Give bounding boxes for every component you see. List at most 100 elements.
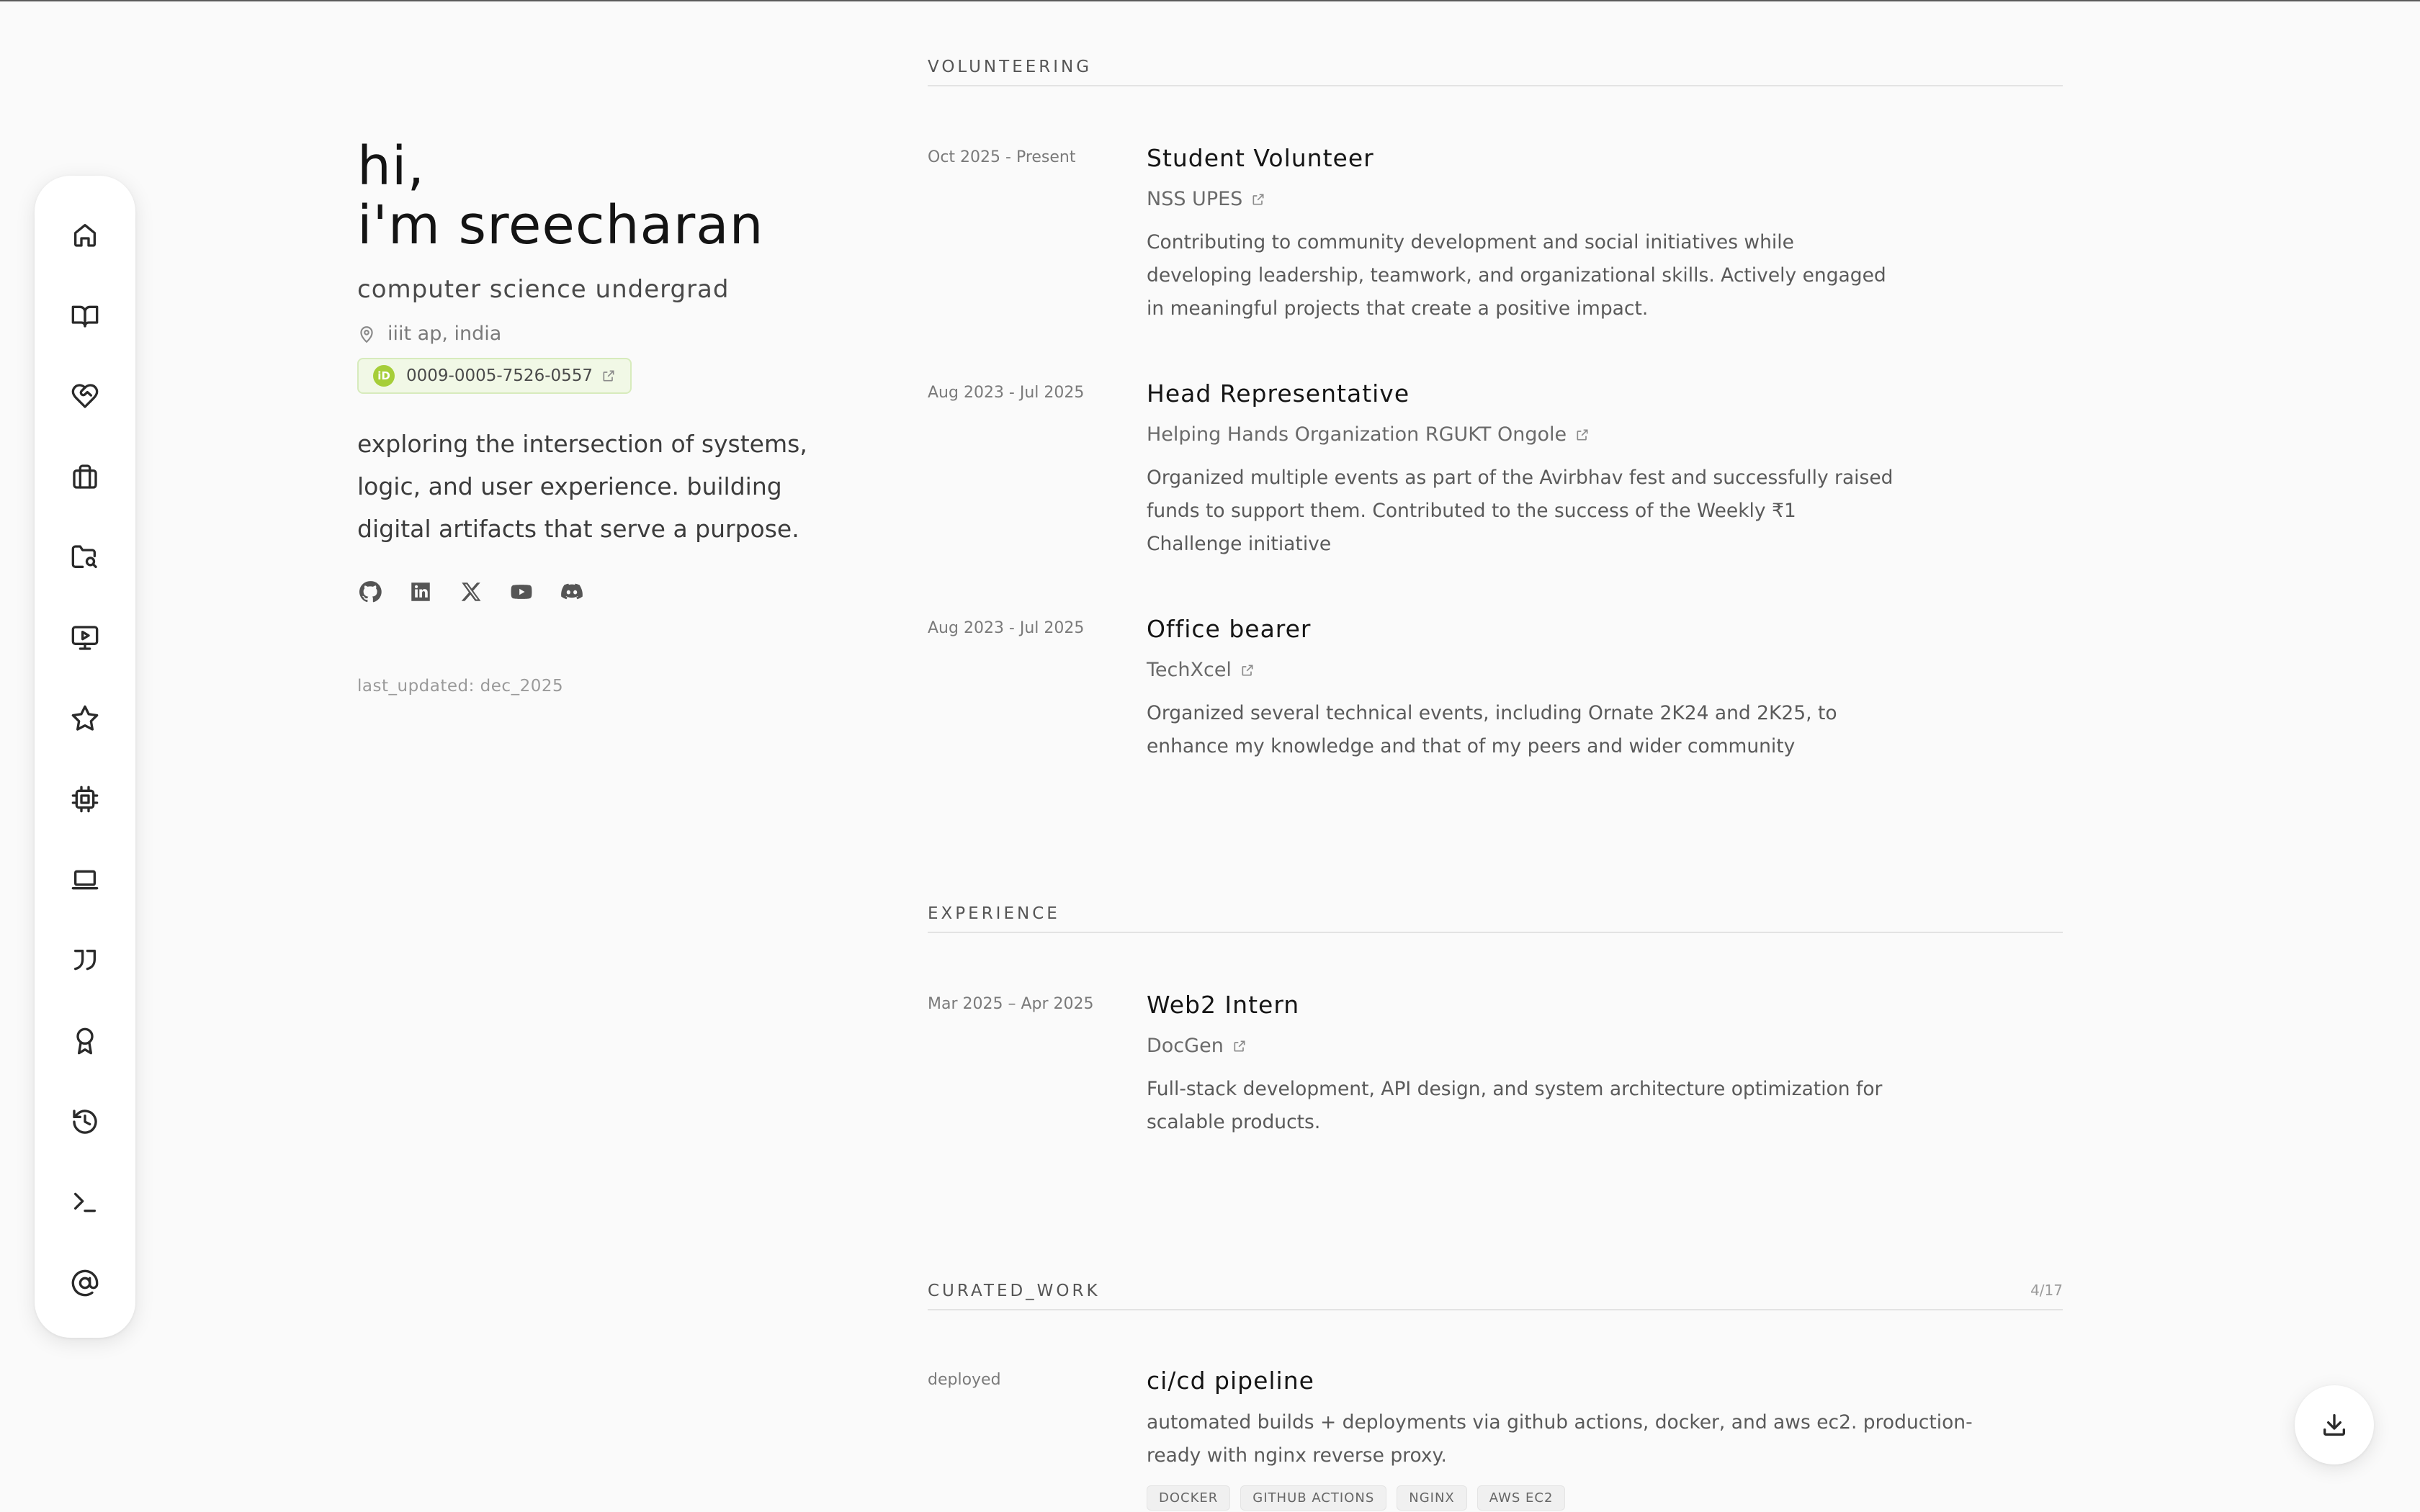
sidebar-item-awards[interactable] (60, 1017, 109, 1066)
entry-body: Head Representative Helping Hands Organi… (1147, 379, 1896, 561)
location-text: iiit ap, india (387, 323, 502, 345)
star-icon (71, 705, 99, 731)
social-links (357, 579, 818, 605)
at-sign-icon (71, 1269, 99, 1297)
heart-handshake-icon (71, 384, 99, 408)
sidebar-item-volunteering[interactable] (60, 372, 109, 420)
github-icon (359, 581, 382, 603)
entry-date: Aug 2023 - Jul 2025 (928, 384, 1085, 402)
entry-body: ci/cd pipeline automated builds + deploy… (1147, 1367, 1996, 1511)
page-title: hi, i'm sreecharan (357, 137, 818, 255)
sidebar-item-setup[interactable] (60, 855, 109, 904)
entry-title: Web2 Intern (1147, 991, 1300, 1019)
linkedin-icon (411, 582, 430, 601)
presentation-icon (71, 626, 99, 650)
home-icon (74, 224, 96, 247)
entry-body: Student Volunteer NSS UPES Contributing … (1147, 144, 1896, 325)
sidebar-nav (35, 176, 135, 1338)
role-subtitle: computer science undergrad (357, 275, 730, 304)
sidebar-item-terminal[interactable] (60, 1178, 109, 1227)
sidebar-item-highlights[interactable] (60, 694, 109, 743)
entry-description: Full-stack development, API design, and … (1147, 1078, 1883, 1133)
last-updated: last_updated: dec_2025 (357, 677, 564, 696)
sidebar-item-projects[interactable] (60, 533, 109, 582)
org-link[interactable]: Helping Hands Organization RGUKT Ongole (1147, 423, 1896, 446)
external-link-icon (1252, 194, 1264, 204)
entry-title: Student Volunteer (1147, 144, 1374, 172)
orcid-icon: iD (373, 365, 395, 387)
entry-description: Contributing to community development an… (1147, 231, 1886, 320)
sidebar-item-contact[interactable] (60, 1259, 109, 1308)
quote-icon (74, 950, 96, 971)
youtube-link[interactable] (508, 579, 534, 605)
entry-date: Aug 2023 - Jul 2025 (928, 619, 1085, 637)
sidebar-item-quotes[interactable] (60, 936, 109, 985)
sidebar-item-reading[interactable] (60, 291, 109, 340)
curated-work-header: CURATED_WORK 4/17 (928, 1282, 2063, 1310)
folder-search-icon (71, 545, 97, 568)
briefcase-icon (73, 464, 97, 489)
tag: DOCKER (1147, 1485, 1231, 1511)
entry-description: Organized multiple events as part of the… (1147, 467, 1894, 555)
entry-date: Oct 2025 - Present (928, 148, 1076, 166)
history-icon (73, 1110, 97, 1134)
top-border (0, 0, 2420, 1)
entry-description: Organized several technical events, incl… (1147, 702, 1837, 757)
org-name: TechXcel (1147, 659, 1232, 681)
profile-section: hi, i'm sreecharan computer science unde… (357, 137, 818, 696)
award-icon (76, 1027, 94, 1055)
project-count: 4/17 (2030, 1282, 2063, 1299)
sidebar-item-history[interactable] (60, 1097, 109, 1146)
project-description: automated builds + deployments via githu… (1147, 1411, 1973, 1467)
org-name: NSS UPES (1147, 188, 1243, 210)
tagline: exploring the intersection of systems, l… (357, 430, 807, 543)
entry-date: Mar 2025 – Apr 2025 (928, 995, 1094, 1013)
entry-body: Office bearer TechXcel Organized several… (1147, 615, 1896, 763)
cpu-icon (71, 786, 99, 813)
sidebar-item-experience[interactable] (60, 452, 109, 501)
orcid-id: 0009-0005-7526-0557 (406, 366, 593, 385)
tag: AWS EC2 (1476, 1485, 1566, 1511)
tag: GITHUB ACTIONS (1240, 1485, 1387, 1511)
location: iiit ap, india (357, 323, 818, 345)
map-pin-icon (360, 325, 373, 343)
sidebar-item-hardware[interactable] (60, 775, 109, 824)
discord-link[interactable] (559, 579, 585, 605)
discord-icon (561, 583, 583, 600)
laptop-icon (71, 870, 99, 890)
download-icon (2323, 1414, 2345, 1436)
org-link[interactable]: TechXcel (1147, 659, 1896, 681)
section-title: EXPERIENCE (928, 904, 1060, 923)
orcid-link[interactable]: iD 0009-0005-7526-0557 (357, 358, 632, 394)
org-link[interactable]: DocGen (1147, 1035, 1896, 1057)
org-link[interactable]: NSS UPES (1147, 188, 1896, 210)
org-name: Helping Hands Organization RGUKT Ongole (1147, 423, 1567, 446)
external-link-icon (1577, 429, 1588, 440)
external-link-icon (1234, 1040, 1245, 1051)
x-link[interactable] (458, 579, 484, 605)
sidebar-item-talks[interactable] (60, 613, 109, 662)
terminal-icon (74, 1192, 96, 1212)
experience-header: EXPERIENCE (928, 904, 2063, 933)
project-status: deployed (928, 1371, 1001, 1389)
sidebar-item-home[interactable] (60, 210, 109, 259)
tag: NGINX (1397, 1485, 1467, 1511)
entry-title: Head Representative (1147, 379, 1410, 408)
youtube-icon (511, 585, 532, 599)
section-title: VOLUNTEERING (928, 58, 1093, 76)
entry-title: Office bearer (1147, 615, 1312, 643)
volunteering-header: VOLUNTEERING (928, 58, 2063, 86)
project-title[interactable]: ci/cd pipeline (1147, 1367, 1996, 1395)
github-link[interactable] (357, 579, 383, 605)
x-icon (461, 582, 481, 601)
entry-body: Web2 Intern DocGen Full-stack developmen… (1147, 991, 1896, 1139)
greeting-line-1: hi, (357, 135, 425, 197)
section-title: CURATED_WORK (928, 1282, 1101, 1300)
linkedin-link[interactable] (408, 579, 434, 605)
external-link-icon (603, 370, 614, 382)
project-tags: DOCKER GITHUB ACTIONS NGINX AWS EC2 (1147, 1485, 1996, 1511)
download-resume-button[interactable] (2295, 1385, 2374, 1464)
book-open-icon (71, 305, 99, 328)
org-name: DocGen (1147, 1035, 1224, 1057)
greeting-line-2: i'm sreecharan (357, 194, 764, 256)
